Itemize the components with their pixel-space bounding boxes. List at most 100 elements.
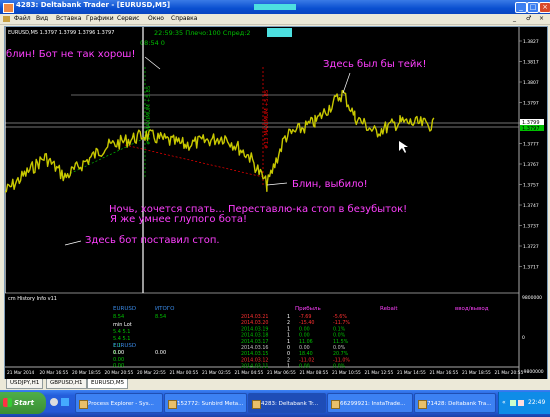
history-count: 2 xyxy=(287,320,290,326)
time-tick-label: 21 Mar 02:55 xyxy=(202,370,231,376)
time-tick-label: 21 Mar 20:55 xyxy=(495,370,524,376)
history-table: 2014.03.21 1 -7.69 -5.6% 2014.03.20 2 -15.40 -1… xyxy=(241,314,350,370)
time-tick-label: 21 Mar 12:55 xyxy=(365,370,394,376)
menu-window[interactable]: Окно xyxy=(148,15,164,22)
time-tick-label: 21 Mar 04:55 xyxy=(235,370,264,376)
menu-bar: Файл Вид Вставка Графики Сервис Окно Спр… xyxy=(0,14,550,25)
history-percent: 20.7% xyxy=(333,351,349,357)
task-label: 66299921: InstaTrade... xyxy=(340,401,406,407)
task-deltabank-2[interactable]: 71428: Deltabank Tra... xyxy=(414,393,496,413)
indicator-scale-bottom: -9800000 xyxy=(522,369,544,375)
price-tick-label: 1.3777 xyxy=(523,142,539,148)
history-profit: 18.40 xyxy=(299,351,313,357)
price-axis: 1.38271.38171.38071.37971.37871.37771.37… xyxy=(519,39,539,271)
history-percent: -11.7% xyxy=(333,320,350,326)
arrow-stop-set xyxy=(64,240,82,246)
chart-window[interactable]: EURUSD,M5 1.3797 1.3799 1.3796 1.3797 22… xyxy=(4,26,548,380)
maximize-button[interactable]: □ xyxy=(527,2,539,13)
itogo-value-0: 8.54 xyxy=(155,314,166,320)
history-count: 0 xyxy=(287,345,290,351)
time-tick-label: 20 Mar 22:55 xyxy=(137,370,166,376)
arrow-stopped xyxy=(266,182,288,186)
menu-view[interactable]: Вид xyxy=(36,15,48,22)
app-icon xyxy=(79,400,88,409)
task-instatrade[interactable]: 66299921: InstaTrade... xyxy=(327,393,413,413)
history-percent: -11.0% xyxy=(333,357,350,363)
time-tick-label: 20 Mar 20:55 xyxy=(105,370,134,376)
time-tick-label: 21 Mar 2014 xyxy=(7,370,35,376)
quicklaunch-icon-1[interactable] xyxy=(50,398,58,406)
annotation-top-left: блин! Бот не так хорош! xyxy=(6,49,135,60)
minimize-button[interactable]: _ xyxy=(515,2,527,13)
history-date: 2014.03.11 xyxy=(241,364,268,370)
history-profit: 0.00 xyxy=(299,326,310,332)
price-chart[interactable]: EURUSD,M5 1.3797 1.3799 1.3796 1.3797 22… xyxy=(5,27,547,379)
history-date: 2014.03.12 xyxy=(241,357,268,363)
child-restore-button[interactable]: ♂ xyxy=(526,15,531,22)
indicator-title: cm History Info v11 xyxy=(8,296,57,302)
annotation-smarter: Я же умнее глупого бота! xyxy=(110,214,247,225)
tray-volume-icon[interactable] xyxy=(518,400,524,406)
history-profit: -11.02 xyxy=(299,357,314,363)
history-percent: 0.0% xyxy=(333,333,346,339)
task-process-explorer[interactable]: Process Explorer - Sys... xyxy=(75,393,163,413)
menu-insert[interactable]: Вставка xyxy=(56,15,81,22)
task-label: 152772: Sunbird Meta... xyxy=(177,401,244,407)
tab-gbpusd[interactable]: GBPUSD,H1 xyxy=(46,379,87,389)
menu-help[interactable]: Справка xyxy=(171,15,197,22)
close-button[interactable]: × xyxy=(539,2,550,13)
history-percent: 0.0% xyxy=(333,364,346,370)
left-value-0: 8.54 xyxy=(113,314,124,320)
taskbar: Start Process Explorer - Sys... 152772: … xyxy=(0,390,550,417)
tray-chevron-icon[interactable]: « xyxy=(502,392,506,414)
history-date: 2014.03.15 xyxy=(241,351,268,357)
tray-network-icon[interactable] xyxy=(510,400,516,406)
history-profit: -7.69 xyxy=(299,314,311,320)
task-deltabank-active[interactable]: 4283: Deltabank Tr... xyxy=(248,393,326,413)
itogo-value-1: 0.00 xyxy=(155,350,166,356)
price-tick-label: 1.3717 xyxy=(523,265,539,271)
eurusd-label: EURUSD xyxy=(113,306,136,312)
app-icon xyxy=(168,400,177,409)
price-tick-label: 1.3737 xyxy=(523,224,539,230)
timer-info: 08:54 0 xyxy=(140,39,165,47)
time-axis: 21 Mar 2014 20 Mar 16:55 20 Mar 18:55 20 Ma… xyxy=(7,370,523,376)
menu-file[interactable]: Файл xyxy=(14,15,31,22)
price-tick-label: 1.3807 xyxy=(523,80,539,86)
time-tick-label: 20 Mar 18:55 xyxy=(72,370,101,376)
history-profit: -15.40 xyxy=(299,320,314,326)
task-label: 71428: Deltabank Tra... xyxy=(427,401,492,407)
left-value-1: min Lot xyxy=(113,322,132,328)
task-sunbird[interactable]: 152772: Sunbird Meta... xyxy=(164,393,247,413)
menu-tools[interactable]: Сервис xyxy=(117,15,139,22)
itogo-label: ИТОГО xyxy=(155,306,175,312)
left-value-9: 0.00 xyxy=(113,363,124,369)
rebate-header: Rebait xyxy=(380,306,398,312)
time-tick-label: 21 Mar 06:55 xyxy=(267,370,296,376)
history-date: 2014.03.21 xyxy=(241,314,268,320)
price-tick-label: 1.3797 xyxy=(523,101,539,107)
time-tick-label: 21 Mar 10:55 xyxy=(332,370,361,376)
price-tick-label: 1.3817 xyxy=(523,60,539,66)
history-percent: -5.6% xyxy=(333,314,347,320)
menu-charts[interactable]: Графики xyxy=(86,15,114,22)
quicklaunch-icon-2[interactable] xyxy=(61,398,69,406)
tab-usdjpy[interactable]: USDJPY,H1 xyxy=(6,379,44,389)
task-label: Process Explorer - Sys... xyxy=(88,401,154,407)
task-label: 4283: Deltabank Tr... xyxy=(261,401,319,407)
arrow-1 xyxy=(144,56,161,70)
tab-eurusd[interactable]: EURUSD,M5 xyxy=(87,379,129,389)
start-button[interactable]: Start xyxy=(0,392,46,414)
history-count: 1 xyxy=(287,314,290,320)
history-percent: 0.0% xyxy=(333,345,346,351)
history-date: 2014.03.20 xyxy=(241,320,268,326)
time-tick-label: 21 Mar 08:55 xyxy=(300,370,329,376)
history-date: 2014.03.18 xyxy=(241,333,268,339)
child-minimize-button[interactable]: _ xyxy=(513,15,516,22)
history-count: 1 xyxy=(287,326,290,332)
deposit-header: ввод/вывод xyxy=(455,306,489,312)
child-close-button[interactable]: × xyxy=(539,15,544,22)
blurred-area xyxy=(267,28,292,37)
mouse-cursor-icon xyxy=(399,141,408,153)
price-tick-label: 1.3757 xyxy=(523,183,539,189)
